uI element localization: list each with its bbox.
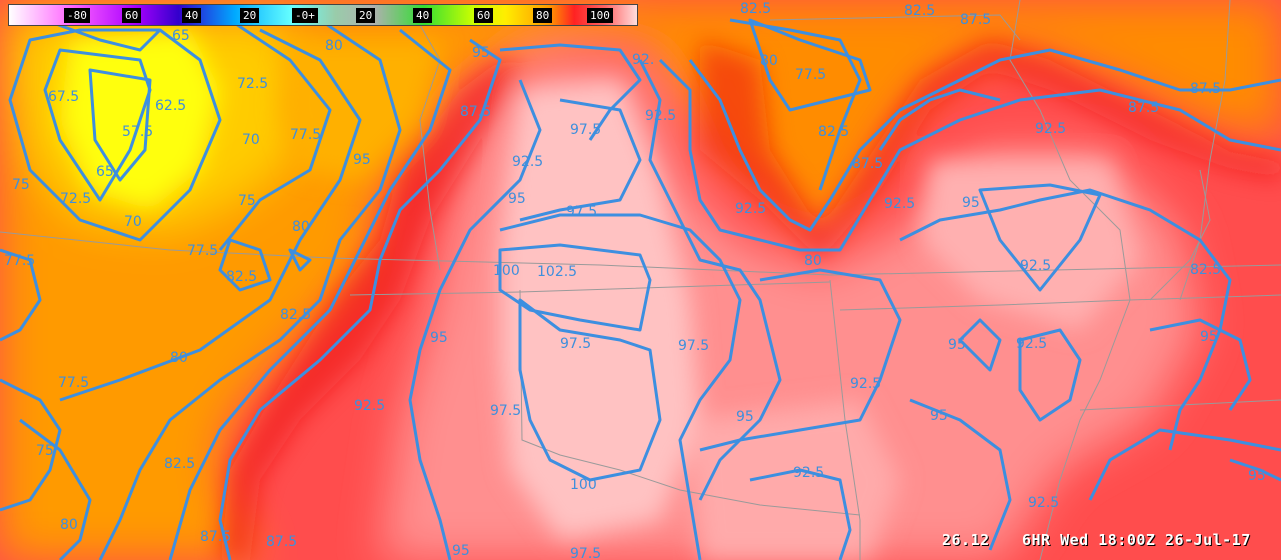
contour-label: 97.5	[570, 122, 601, 138]
contour-label: 75	[36, 443, 54, 459]
contour-label: 92.5	[1016, 336, 1047, 352]
contour-label: 97.5	[566, 204, 597, 220]
contour-label: 87.5	[460, 104, 491, 120]
valid-time-label: 6HR Wed 18:00Z 26-Jul-17	[1022, 531, 1251, 549]
contour-label: 77.5	[58, 375, 89, 391]
contour-label: 100	[493, 263, 520, 279]
contour-label: 75	[238, 193, 256, 209]
contour-label: 95	[508, 191, 526, 207]
weather-map: 65 80 82.5 87.5 95 92. 82.5 87.5 67.5 62…	[0, 0, 1281, 560]
contour-label: 95	[736, 409, 754, 425]
contour-label: 72.5	[237, 76, 268, 92]
color-scale-label: 80	[533, 8, 553, 23]
contour-label: 87.5	[1128, 100, 1159, 116]
contour-label: 95	[1248, 468, 1266, 484]
contour-label: 77.5	[795, 67, 826, 83]
contour-label: 87.5	[266, 534, 297, 550]
contour-label: 92.5	[1035, 121, 1066, 137]
contour-label: 77.5	[187, 243, 218, 259]
contour-label: 97.5	[678, 338, 709, 354]
contour-label: 72.5	[60, 191, 91, 207]
contour-label: 82.5	[164, 456, 195, 472]
contour-label: 70	[124, 214, 142, 230]
contour-label: 95	[472, 45, 490, 61]
contour-label: 82.5	[226, 269, 257, 285]
contour-label: 92.5	[850, 376, 881, 392]
contour-label: 82.5	[818, 124, 849, 140]
contour-label: 82.5	[280, 307, 311, 323]
contour-label: 87.5	[852, 156, 883, 172]
color-scale-label: 20	[356, 8, 376, 23]
contour-label: 97.5	[560, 336, 591, 352]
contour-label: 92.5	[735, 201, 766, 217]
contour-label: 82.5	[740, 1, 771, 17]
contour-label: 95	[930, 408, 948, 424]
humidity-field-map: 65 80 82.5 87.5 95 92. 82.5 87.5 67.5 62…	[0, 0, 1281, 560]
contour-label: 95	[1200, 329, 1218, 345]
contour-label: 80	[292, 219, 310, 235]
color-fill	[0, 0, 1281, 560]
color-scale-label: 60	[474, 8, 494, 23]
contour-label: 80	[170, 350, 188, 366]
color-scale-label: 60	[122, 8, 142, 23]
contour-label: 92.5	[645, 108, 676, 124]
contour-label: 95	[430, 330, 448, 346]
contour-label: 57.5	[122, 124, 153, 140]
color-scale-label: 40	[182, 8, 202, 23]
contour-label: 97.5	[570, 546, 601, 560]
contour-label: 92.5	[354, 398, 385, 414]
contour-label: 95	[962, 195, 980, 211]
color-scale-label: -0+	[292, 8, 318, 23]
contour-label: 92.5	[884, 196, 915, 212]
contour-label: 67.5	[48, 89, 79, 105]
contour-label: 65	[172, 28, 190, 44]
field-value-readout: 26.12	[942, 531, 990, 549]
contour-label: 92.5	[793, 465, 824, 481]
contour-label: 92.5	[1028, 495, 1059, 511]
contour-label: 80	[325, 38, 343, 54]
contour-label: 62.5	[155, 98, 186, 114]
contour-label: 80	[760, 53, 778, 69]
contour-label: 92.5	[512, 154, 543, 170]
color-scale-label: 20	[240, 8, 260, 23]
contour-label: 92.	[632, 52, 654, 68]
contour-label: 95	[948, 337, 966, 353]
contour-label: 65	[96, 164, 114, 180]
contour-label: 70	[242, 132, 260, 148]
contour-label: 100	[570, 477, 597, 493]
contour-label: 77.5	[4, 253, 35, 269]
contour-label: 82.5	[1190, 262, 1221, 278]
contour-label: 82.5	[904, 3, 935, 19]
contour-label: 80	[804, 253, 822, 269]
contour-label: 87.5	[1190, 81, 1221, 97]
contour-label: 75	[12, 177, 30, 193]
contour-label: 102.5	[537, 264, 577, 280]
contour-label: 87.5	[200, 529, 231, 545]
color-scale-label: -80	[64, 8, 90, 23]
contour-label: 92.5	[1020, 258, 1051, 274]
contour-label: 80	[60, 517, 78, 533]
contour-label: 97.5	[490, 403, 521, 419]
contour-label: 95	[452, 543, 470, 559]
contour-label: 87.5	[960, 12, 991, 28]
color-scale-label: 40	[413, 8, 433, 23]
contour-label: 95	[353, 152, 371, 168]
color-scale-label: 100	[587, 8, 613, 23]
contour-label: 77.5	[290, 127, 321, 143]
color-scale-legend: -80 60 40 20 -0+ 20 40 60 80 100	[8, 4, 638, 26]
